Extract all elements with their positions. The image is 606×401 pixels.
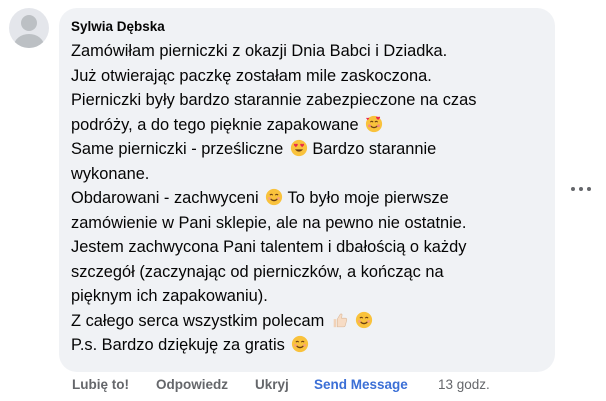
comment-line: Pierniczki były bardzo starannie zabezpi…: [71, 91, 477, 109]
comment-line: wykonane.: [71, 164, 150, 183]
comment-bubble: Sylwia Dębska Zamówiłam pierniczki z oka…: [59, 8, 555, 372]
heart-eyes-icon: [290, 139, 307, 157]
comment-line: Same pierniczki - prześliczne Bardzo sta…: [71, 139, 437, 158]
send-message-button[interactable]: Send Message: [314, 376, 408, 394]
comment-line: Obdarowani - zachwyceni To było moje pie…: [71, 188, 449, 207]
more-dot-icon: [579, 187, 583, 191]
smiling-face-icon: [266, 188, 283, 206]
avatar-body-icon: [14, 34, 44, 48]
comment-author[interactable]: Sylwia Dębska: [71, 19, 543, 35]
more-dot-icon: [587, 187, 591, 191]
avatar-head-icon: [21, 15, 37, 31]
comment-line: Jestem zachwycona Pani talentem i dbałoś…: [71, 238, 467, 256]
more-dot-icon: [571, 187, 575, 191]
comment-line: podróży, a do tego pięknie zapakowane: [71, 113, 543, 138]
comment-text: Zamówiłam pierniczki z okazji Dnia Babci…: [71, 39, 543, 358]
like-button[interactable]: Lubię to!: [72, 376, 129, 394]
thumbs-up-icon: [333, 313, 347, 327]
comment-line: Zamówiłam pierniczki z okazji Dnia Babci…: [71, 42, 448, 60]
avatar[interactable]: [9, 8, 49, 48]
smiling-face-icon: [292, 335, 309, 353]
more-options-button[interactable]: [569, 180, 593, 198]
comment-line: szczegół (zaczynając od pierniczków, a k…: [71, 262, 444, 281]
reply-button[interactable]: Odpowiedz: [156, 376, 228, 394]
comment-timestamp[interactable]: 13 godz.: [438, 376, 490, 394]
comment-line: Już otwierając paczkę zostałam mile zask…: [71, 66, 432, 85]
smiling-face-with-hearts-icon: [366, 115, 383, 132]
smiling-face-icon: [356, 311, 373, 328]
comment-line: Z całego serca wszystkim polecam: [71, 309, 543, 334]
hide-button[interactable]: Ukryj: [255, 376, 289, 394]
comment-line: zamówienie w Pani sklepie, ale na pewno …: [71, 213, 467, 232]
comment-line: P.s. Bardzo dziękuję za gratis: [71, 333, 543, 358]
comment-line: pięknym ich zapakowaniu).: [71, 287, 268, 305]
